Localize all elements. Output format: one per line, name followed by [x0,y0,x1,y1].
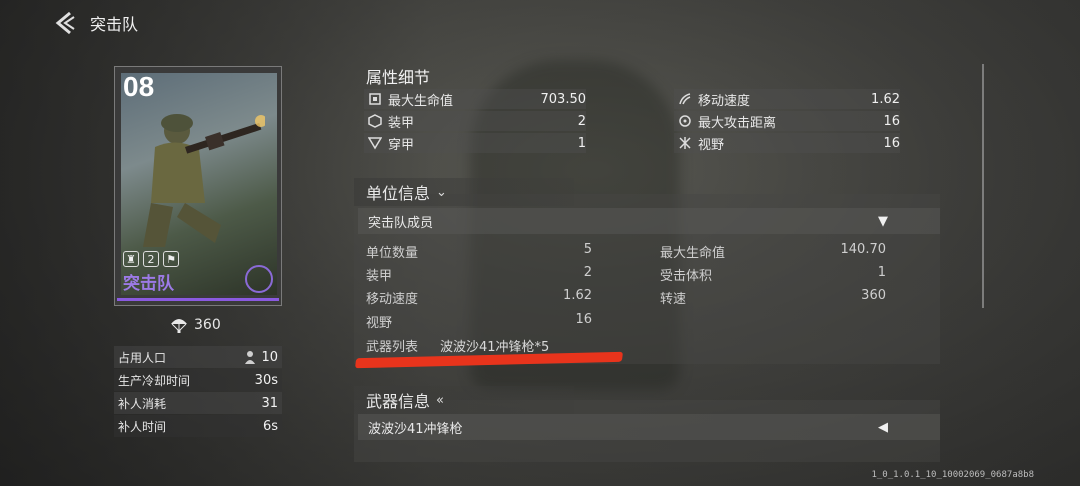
scrollbar[interactable] [982,64,984,308]
unit-type-icon: ♜ [123,251,139,267]
info-armor: 装甲 2 [366,265,592,284]
attr-value: 1 [577,135,586,151]
version-string: 1_0_1.0.1_10_10002069_0687a8b8 [871,470,1034,480]
stat-value: 10 [261,349,278,365]
attr-armor: 装甲 2 [364,111,586,131]
unit-cost: 360 [170,316,221,334]
attributes-title: 属性细节 [366,68,431,87]
stat-label: 补人时间 [118,419,167,434]
unit-card-number: 08 [123,71,155,102]
info-label: 最大生命值 [660,246,726,261]
stat-value: 6s [262,418,278,434]
armor-icon [368,114,382,128]
weapon-dropdown[interactable]: 波波沙41冲锋枪 ◀ [358,414,940,440]
attr-value: 2 [577,113,586,129]
health-icon [369,93,381,105]
stat-label: 占用人口 [118,350,167,365]
page-title: 突击队 [90,15,139,34]
attr-penetration: 穿甲 1 [364,133,586,153]
range-icon [679,115,691,127]
attr-value: 1.62 [871,91,900,107]
stat-row-cooldown: 生产冷却时间 30s [114,369,282,391]
attr-label: 最大攻击距离 [698,115,777,131]
info-label: 单位数量 [366,246,419,261]
unit-level-badge: 2 [143,251,159,267]
weapon-list-value: 波波沙41冲锋枪*5 [440,340,550,355]
info-value: 2 [583,265,592,280]
info-vision: 视野 16 [366,312,592,331]
attr-label: 移动速度 [698,93,751,109]
attr-max-health: 最大生命值 703.50 [364,89,586,109]
info-value: 140.70 [840,242,887,257]
dropdown-triangle-icon: ▼ [878,213,888,229]
info-label: 装甲 [366,269,393,284]
attr-label: 最大生命值 [388,93,454,109]
back-button[interactable]: 突击队 [52,8,138,38]
unit-member-dropdown[interactable]: 突击队成员 ▼ [358,208,940,234]
weapon-name: 波波沙41冲锋枪 [368,421,463,437]
parachute-icon [171,319,187,333]
info-turn-speed: 转速 360 [660,288,886,307]
collapsed-triangle-icon: ◀ [878,419,888,435]
stat-row-reinforce-cost: 补人消耗 31 [114,392,282,414]
info-label: 转速 [660,292,687,307]
weapon-list-label: 武器列表 [366,340,419,355]
weapon-info-header[interactable]: 武器信息 « [354,386,574,414]
attr-label: 视野 [698,137,725,153]
info-value: 5 [583,242,592,257]
attr-label: 装甲 [388,115,415,131]
expand-chevron-icon: « [436,392,444,408]
attr-value: 16 [883,135,900,151]
unit-card-rarity-bar [117,298,279,301]
info-value: 16 [575,312,592,327]
attr-move-speed: 移动速度 1.62 [674,89,900,109]
unit-member-label: 突击队成员 [368,215,434,231]
back-arrow-icon [55,11,75,35]
info-label: 移动速度 [366,292,419,307]
stat-label: 生产冷却时间 [118,373,191,388]
production-stats-table: 占用人口 10 生产冷却时间 30s 补人消耗 31 补人时间 6s [114,346,282,438]
info-value: 1.62 [563,288,592,303]
stat-label: 补人消耗 [118,396,167,411]
unit-card[interactable]: 08 ♜ 2 ⚑ 突击队 [114,66,282,306]
stat-value-group: 10 [243,350,278,365]
info-unit-count: 单位数量 5 [366,242,592,261]
soldier-portrait-icon [143,114,265,247]
penetration-icon [368,137,382,150]
unit-info-header[interactable]: 单位信息 ⌄ [354,178,574,206]
info-value: 360 [861,288,886,303]
attr-value: 16 [883,113,900,129]
stat-row-population: 占用人口 10 [114,346,282,368]
info-label: 受击体积 [660,269,713,284]
info-label: 视野 [366,316,393,331]
attr-vision: 视野 16 [674,133,900,153]
vision-icon [679,137,691,149]
soldier-icon [245,351,256,364]
unit-card-name: 突击队 [123,274,174,294]
unit-cost-value: 360 [194,317,221,333]
collapse-chevron-icon: ⌄ [436,184,447,200]
info-move-speed: 移动速度 1.62 [366,288,592,307]
info-value: 1 [877,265,886,280]
flag-icon: ⚑ [163,251,179,267]
info-hit-volume: 受击体积 1 [660,265,886,284]
attr-value: 703.50 [540,91,587,107]
attr-max-range: 最大攻击距离 16 [674,111,900,131]
weapon-list: 武器列表 波波沙41冲锋枪*5 [366,336,549,355]
stat-value: 30s [254,372,278,388]
stat-row-reinforce-time: 补人时间 6s [114,415,282,437]
stat-value: 31 [261,395,278,411]
unit-info-title: 单位信息 [366,184,431,203]
attr-label: 穿甲 [388,137,415,153]
speed-icon [679,93,691,105]
unit-card-badges: ♜ 2 ⚑ [123,251,179,267]
faction-emblem-icon [245,265,273,293]
info-max-health: 最大生命值 140.70 [660,242,886,261]
weapon-info-title: 武器信息 [366,392,431,411]
